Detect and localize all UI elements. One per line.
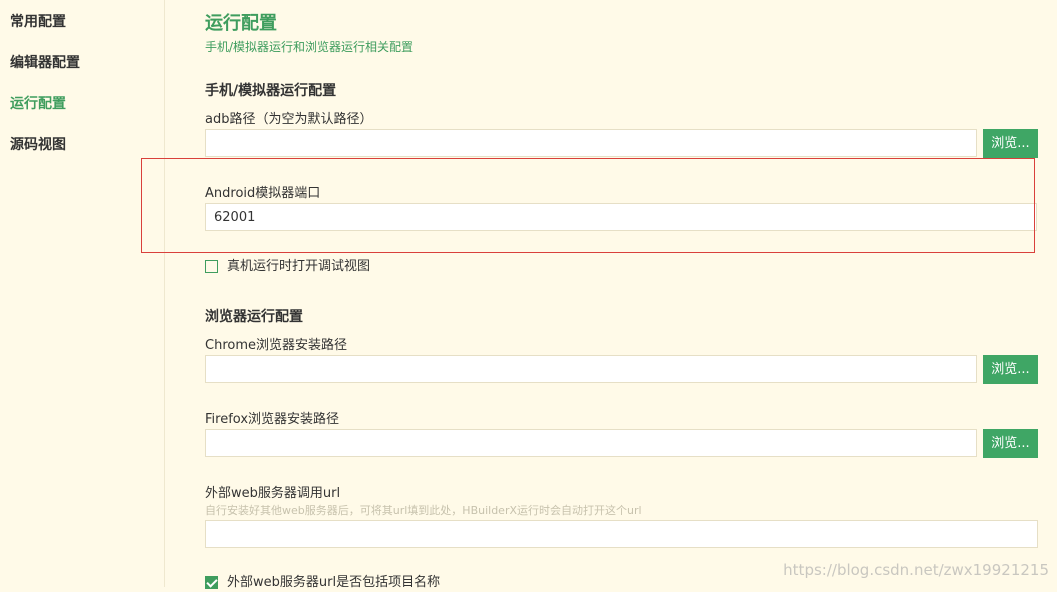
sidebar-item-source-view[interactable]: 源码视图: [10, 135, 66, 155]
include-project-checkbox[interactable]: [205, 576, 218, 589]
firefox-browse-button[interactable]: 浏览...: [983, 429, 1038, 458]
sidebar-item-editor[interactable]: 编辑器配置: [10, 53, 80, 73]
web-server-url-label: 外部web服务器调用url: [205, 486, 341, 501]
debug-view-row[interactable]: 真机运行时打开调试视图: [205, 258, 505, 276]
include-project-row[interactable]: 外部web服务器url是否包括项目名称: [205, 574, 605, 592]
page-subtitle: 手机/模拟器运行和浏览器运行相关配置: [205, 40, 414, 54]
page-title: 运行配置: [205, 13, 277, 34]
sidebar-item-general[interactable]: 常用配置: [10, 12, 66, 32]
adb-path-label: adb路径（为空为默认路径）: [205, 112, 373, 127]
android-port-label: Android模拟器端口: [205, 186, 321, 201]
chrome-path-label: Chrome浏览器安装路径: [205, 338, 347, 353]
chrome-path-input[interactable]: [205, 355, 977, 383]
watermark: https://blog.csdn.net/zwx19921215: [783, 561, 1049, 579]
sidebar-item-run[interactable]: 运行配置: [10, 94, 66, 114]
debug-view-label: 真机运行时打开调试视图: [227, 259, 371, 274]
adb-path-input[interactable]: [205, 129, 977, 157]
browser-section-title: 浏览器运行配置: [205, 309, 303, 325]
web-server-url-hint: 自行安装好其他web服务器后，可将其url填到此处，HBuilderX运行时会自…: [205, 504, 642, 517]
firefox-path-input[interactable]: [205, 429, 977, 457]
settings-panel: 运行配置 手机/模拟器运行和浏览器运行相关配置 手机/模拟器运行配置 adb路径…: [205, 0, 1045, 590]
android-port-input[interactable]: [205, 203, 1037, 231]
web-server-url-input[interactable]: [205, 520, 1038, 548]
debug-view-checkbox[interactable]: [205, 260, 218, 273]
mobile-section-title: 手机/模拟器运行配置: [205, 83, 337, 99]
adb-browse-button[interactable]: 浏览...: [983, 129, 1038, 158]
sidebar: 常用配置 编辑器配置 运行配置 源码视图: [0, 0, 165, 587]
chrome-browse-button[interactable]: 浏览...: [983, 355, 1038, 384]
include-project-label: 外部web服务器url是否包括项目名称: [227, 575, 441, 590]
firefox-path-label: Firefox浏览器安装路径: [205, 412, 340, 427]
